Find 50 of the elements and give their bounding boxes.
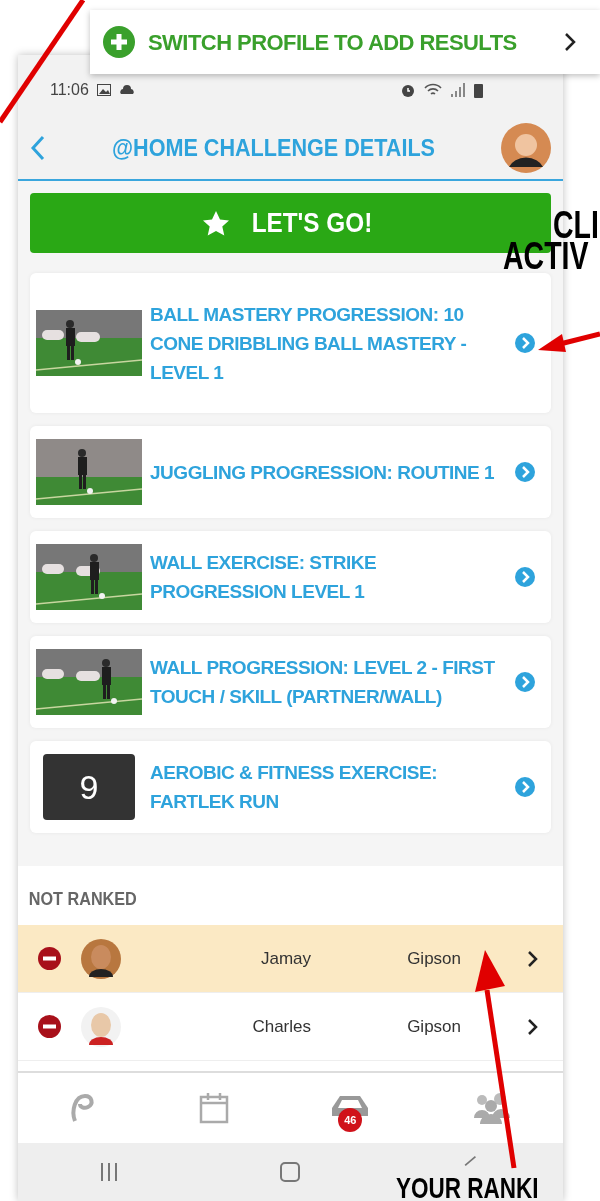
- chevron-circle-icon: [515, 777, 535, 797]
- chevron-circle-icon: [515, 672, 535, 692]
- activity-title: BALL MASTERY PROGRESSION: 10 CONE DRIBBLING BALL MASTERY - LEVEL 1: [150, 302, 468, 385]
- star-icon: [202, 210, 229, 236]
- chevron-right-icon: [527, 949, 539, 968]
- activity-title: JUGGLING PROGRESSION: ROUTINE 1: [150, 460, 496, 485]
- cloud-icon: [118, 84, 135, 94]
- annotation-text: YOUR RANKI: [396, 1175, 539, 1201]
- signal-icon: [450, 83, 466, 97]
- back-button[interactable]: [30, 135, 46, 161]
- logo-tab[interactable]: [68, 1093, 97, 1123]
- last-name: Gipson: [406, 1015, 461, 1038]
- activity-card[interactable]: WALL PROGRESSION: LEVEL 2 - FIRST TOUCH / SKILL (PARTNER/WALL): [30, 636, 551, 728]
- activity-card[interactable]: WALL EXERCISE: STRIKE PROGRESSION LEVEL 1: [30, 531, 551, 623]
- ranking-row[interactable]: Charles Gipson: [18, 993, 563, 1061]
- last-name: Gipson: [406, 947, 461, 970]
- status-time: 11:06: [50, 80, 89, 100]
- calendar-tab[interactable]: [198, 1092, 229, 1124]
- avatar: [81, 1006, 121, 1047]
- activity-title: WALL PROGRESSION: LEVEL 2 - FIRST TOUCH / SKILL (PARTNER/WALL): [150, 656, 496, 709]
- annotation-text: CLI: [553, 210, 599, 240]
- remove-icon[interactable]: [38, 947, 61, 970]
- activity-card[interactable]: 9 AEROBIC & FITNESS EXERCISE: FARTLEK RUN: [30, 741, 551, 833]
- image-icon: [96, 84, 111, 96]
- battery-icon: [474, 82, 483, 98]
- section-heading: NOT RANKED: [27, 888, 138, 911]
- ranking-row[interactable]: Jamay Gipson: [18, 925, 563, 993]
- add-icon: [102, 25, 136, 59]
- page-title: @HOME CHALLENGE DETAILS: [110, 133, 437, 163]
- chevron-right-icon: [527, 1017, 539, 1036]
- chevron-circle-icon: [515, 462, 535, 482]
- notification-badge: 46: [338, 1108, 363, 1132]
- avatar[interactable]: [501, 123, 551, 173]
- recent-apps-button[interactable]: [98, 1163, 119, 1181]
- avatar: [81, 938, 121, 979]
- team-tab[interactable]: [472, 1092, 513, 1124]
- chevron-right-icon: [564, 32, 576, 52]
- activity-card[interactable]: JUGGLING PROGRESSION: ROUTINE 1: [30, 426, 551, 518]
- alarm-icon: [400, 82, 416, 98]
- number-tile: 9: [43, 754, 135, 820]
- wifi-icon: [424, 83, 442, 97]
- first-name: Charles: [251, 1015, 311, 1038]
- home-button[interactable]: [280, 1162, 301, 1182]
- chevron-circle-icon: [515, 333, 535, 353]
- activity-card[interactable]: BALL MASTERY PROGRESSION: 10 CONE DRIBBLING BALL MASTERY - LEVEL 1: [30, 273, 551, 413]
- chevron-circle-icon: [515, 567, 535, 587]
- activity-title: WALL EXERCISE: STRIKE PROGRESSION LEVEL 1: [150, 551, 378, 604]
- remove-icon[interactable]: [38, 1015, 61, 1038]
- first-name: Jamay: [259, 947, 311, 970]
- activity-title: AEROBIC & FITNESS EXERCISE: FARTLEK RUN: [150, 761, 438, 814]
